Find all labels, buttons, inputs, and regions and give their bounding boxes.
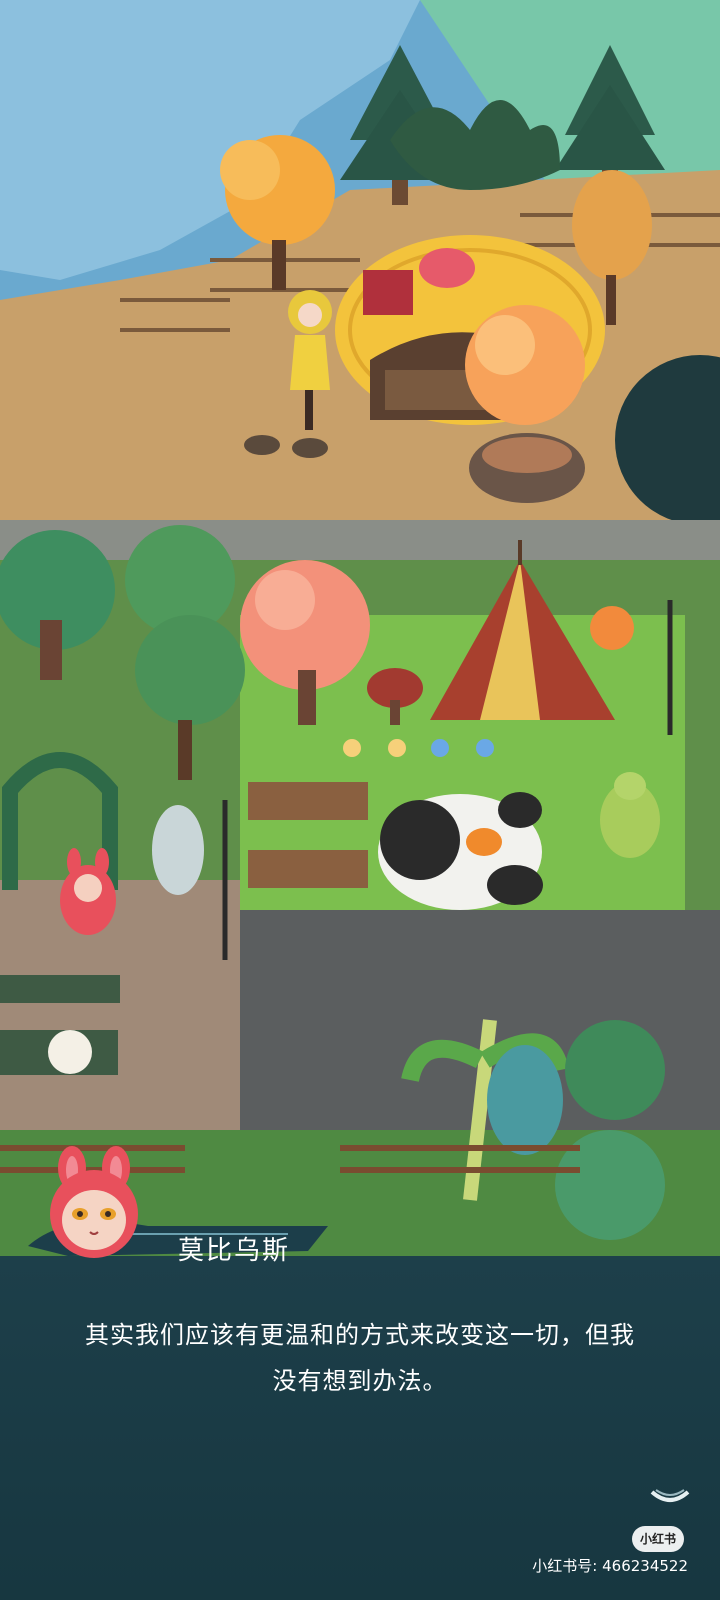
dialog-line-2: 没有想到办法。 bbox=[272, 1367, 448, 1395]
speaker-name: 莫比乌斯 bbox=[178, 1236, 291, 1266]
teal-tree bbox=[487, 1045, 563, 1155]
watermark-id: 小红书号: 466234522 bbox=[532, 1557, 688, 1575]
blossom-tree-well bbox=[465, 305, 585, 503]
dialog-line-1: 其实我们应该有更温和的方式来改变这一切，但我 bbox=[85, 1321, 635, 1349]
orange-rose bbox=[590, 606, 634, 650]
dialog-text: 其实我们应该有更温和的方式来改变这一切，但我 没有想到办法。 bbox=[40, 1312, 680, 1404]
statue bbox=[152, 805, 204, 895]
dialog-box[interactable] bbox=[0, 1256, 720, 1600]
cow-cushion bbox=[378, 792, 543, 910]
tile-floor bbox=[0, 880, 240, 1140]
watermark-badge: 小红书 bbox=[632, 1526, 685, 1552]
red-rabbit-hood-character-icon bbox=[50, 1146, 138, 1258]
green-tree-bottom bbox=[565, 1020, 665, 1120]
continue-chevron-icon[interactable] bbox=[648, 1486, 692, 1508]
